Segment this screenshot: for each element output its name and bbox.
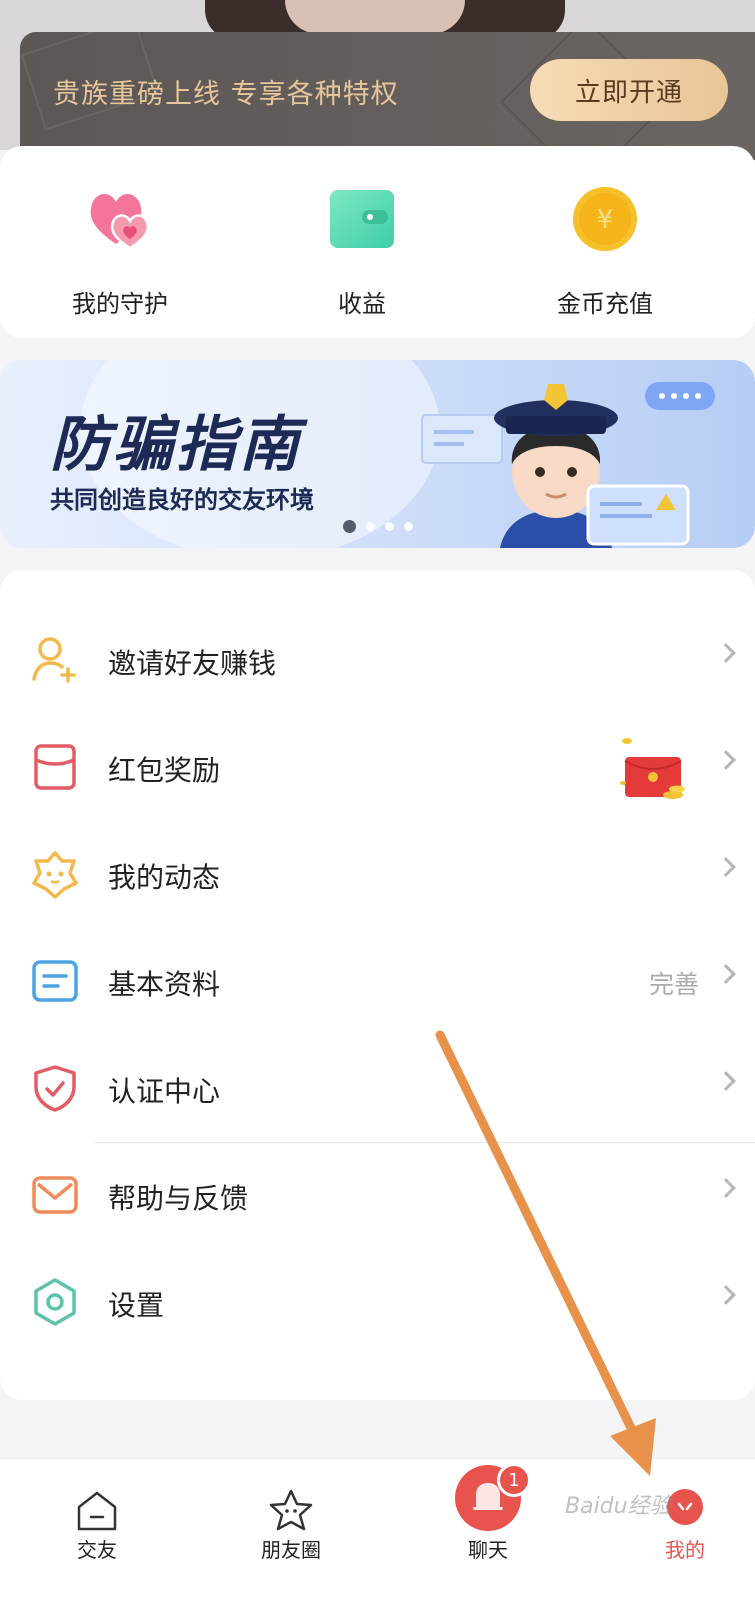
- settings-menu: 邀请好友赚钱 红包奖励 我的动态 基本资料 完善 认证中心 帮助与反馈 设置: [0, 570, 755, 1400]
- menu-item-profile[interactable]: 基本资料 完善: [0, 931, 755, 1038]
- quick-action-recharge[interactable]: ¥ 金币充值: [505, 146, 705, 338]
- nav-tab-moments[interactable]: 朋友圈: [206, 1459, 376, 1600]
- anti-fraud-banner[interactable]: 防骗指南 共同创造良好的交友环境: [0, 360, 755, 548]
- home-icon: [77, 1491, 117, 1531]
- nav-tab-label: 聊天: [468, 1538, 508, 1562]
- bottom-navigation: 交友 朋友圈 1 聊天 我的: [0, 1458, 755, 1600]
- banner-pagination: [343, 520, 413, 533]
- svg-text:¥: ¥: [597, 205, 614, 235]
- chevron-right-icon: [716, 964, 736, 984]
- menu-divider: [95, 1142, 755, 1143]
- hearts-icon: [90, 193, 150, 250]
- quick-action-label: 金币充值: [557, 290, 653, 318]
- shield-icon: [34, 1065, 76, 1112]
- menu-item-settings[interactable]: 设置: [0, 1252, 755, 1359]
- pagination-dot[interactable]: [404, 522, 413, 531]
- mail-icon: [32, 1176, 78, 1214]
- red-packet-icon: [34, 744, 76, 790]
- moments-icon: [32, 851, 78, 899]
- banner-title: 防骗指南: [50, 410, 302, 480]
- menu-item-red-packet[interactable]: 红包奖励: [0, 717, 755, 824]
- police-illustration: [421, 382, 715, 548]
- chevron-right-icon: [716, 857, 736, 877]
- activate-vip-button[interactable]: 立即开通: [530, 59, 728, 121]
- chevron-right-icon: [716, 750, 736, 770]
- menu-item-label: 设置: [108, 1289, 165, 1322]
- quick-action-guardian[interactable]: 我的守护: [20, 146, 220, 338]
- menu-item-verification[interactable]: 认证中心: [0, 1038, 755, 1145]
- wallet-icon: [330, 190, 394, 248]
- menu-item-label: 红包奖励: [108, 754, 221, 787]
- chevron-right-icon: [716, 1071, 736, 1091]
- quick-action-earnings[interactable]: 收益: [262, 146, 462, 338]
- menu-item-moments[interactable]: 我的动态: [0, 824, 755, 931]
- menu-item-invite[interactable]: 邀请好友赚钱: [0, 610, 755, 717]
- nav-tab-friends[interactable]: 交友: [12, 1459, 182, 1600]
- pagination-dot-active[interactable]: [343, 520, 356, 533]
- red-envelope-illustration: [620, 738, 685, 799]
- menu-item-label: 我的动态: [108, 861, 221, 894]
- nav-tab-label: 朋友圈: [261, 1538, 321, 1562]
- profile-status-text: 完善: [648, 970, 699, 999]
- quick-action-label: 我的守护: [72, 290, 168, 318]
- profile-card-icon: [32, 960, 78, 1002]
- vip-banner[interactable]: 贵族重磅上线 专享各种特权 立即开通: [20, 32, 755, 160]
- menu-item-label: 邀请好友赚钱: [108, 647, 277, 680]
- nav-tab-label: 我的: [665, 1538, 705, 1562]
- unread-badge: 1: [497, 1463, 531, 1497]
- settings-hexagon-icon: [34, 1278, 76, 1326]
- pagination-dot[interactable]: [385, 522, 394, 531]
- invite-friend-icon: [32, 637, 76, 683]
- quick-action-label: 收益: [338, 290, 386, 318]
- nav-tab-chat[interactable]: 1 聊天: [403, 1459, 573, 1600]
- nav-tab-me[interactable]: 我的: [600, 1459, 755, 1600]
- chevron-right-icon: [716, 643, 736, 663]
- quick-actions-card: 我的守护 收益 ¥ 金币充值: [0, 146, 755, 338]
- nav-tab-label: 交友: [77, 1538, 117, 1562]
- watermark: Baidu经验: [565, 1494, 672, 1519]
- profile-page: 贵族重磅上线 专享各种特权 立即开通 我的守护 收益 ¥ 金币充值 防骗指南 共…: [0, 0, 755, 1600]
- star-face-icon: [269, 1489, 313, 1531]
- chevron-right-icon: [716, 1285, 736, 1305]
- gold-coin-icon: ¥: [573, 187, 637, 251]
- banner-subtitle: 共同创造良好的交友环境: [50, 486, 314, 514]
- pagination-dot[interactable]: [366, 522, 375, 531]
- menu-item-label: 帮助与反馈: [108, 1182, 249, 1215]
- menu-item-label: 基本资料: [108, 968, 221, 1001]
- menu-item-label: 认证中心: [108, 1075, 221, 1108]
- menu-item-help[interactable]: 帮助与反馈: [0, 1145, 755, 1252]
- chevron-right-icon: [716, 1178, 736, 1198]
- vip-banner-text: 贵族重磅上线 专享各种特权: [53, 79, 399, 110]
